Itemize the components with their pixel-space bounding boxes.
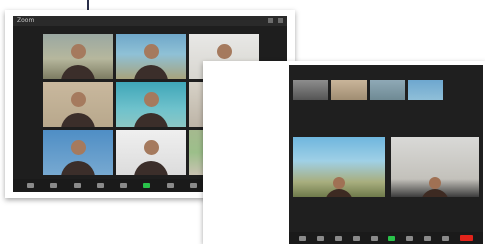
participant-head [143,139,159,155]
participant-head [216,43,232,59]
reactions-icon[interactable] [423,235,431,241]
participant-body [61,161,95,175]
video-tile[interactable] [43,130,113,175]
participant-head [429,177,441,189]
participant-head [143,43,159,59]
record-icon[interactable] [166,183,174,188]
speaker-tile[interactable] [293,137,385,197]
participant-body [61,65,95,79]
minimize-icon[interactable] [268,18,273,23]
security-icon[interactable] [334,235,342,241]
participants-icon[interactable] [96,183,104,188]
window-titlebar: Zoom [13,16,287,26]
meeting-screen [289,65,483,244]
participant-body [134,65,168,79]
video-tile[interactable] [116,82,186,127]
decorative-line [87,0,89,10]
speaker-tile[interactable] [391,137,479,197]
reactions-icon[interactable] [189,183,197,188]
mute-icon[interactable] [299,235,307,241]
share-screen-icon[interactable] [143,183,151,188]
photo-collage: Zoom [0,0,485,244]
thumbnail-tile[interactable] [369,80,405,100]
speaker-view [293,137,479,197]
record-icon[interactable] [406,235,414,241]
share-screen-icon[interactable] [388,235,396,241]
security-icon[interactable] [73,183,81,188]
video-icon[interactable] [50,183,58,188]
participants-icon[interactable] [352,235,360,241]
participant-body [61,113,95,127]
video-tile[interactable] [43,34,113,79]
thumbnail-tile[interactable] [293,80,329,100]
more-icon[interactable] [441,235,449,241]
meeting-window-speaker [203,61,485,244]
participant-body [134,161,168,175]
video-icon[interactable] [317,235,325,241]
participant-head [333,177,345,189]
participant-body [325,189,353,197]
video-tile[interactable] [116,130,186,175]
end-meeting-button[interactable] [459,235,473,241]
thumbnail-strip [293,80,443,100]
chat-icon[interactable] [120,183,128,188]
close-icon[interactable] [278,18,283,23]
participant-head [70,139,86,155]
thumbnail-tile[interactable] [331,80,367,100]
thumbnail-tile[interactable] [407,80,443,100]
participant-head [70,43,86,59]
mute-icon[interactable] [27,183,35,188]
video-tile[interactable] [116,34,186,79]
participant-head [70,91,86,107]
participant-body [421,189,449,197]
chat-icon[interactable] [370,235,378,241]
participant-head [143,91,159,107]
participant-body [134,113,168,127]
meeting-toolbar [289,232,483,244]
window-title: Zoom [17,17,35,24]
video-tile[interactable] [43,82,113,127]
